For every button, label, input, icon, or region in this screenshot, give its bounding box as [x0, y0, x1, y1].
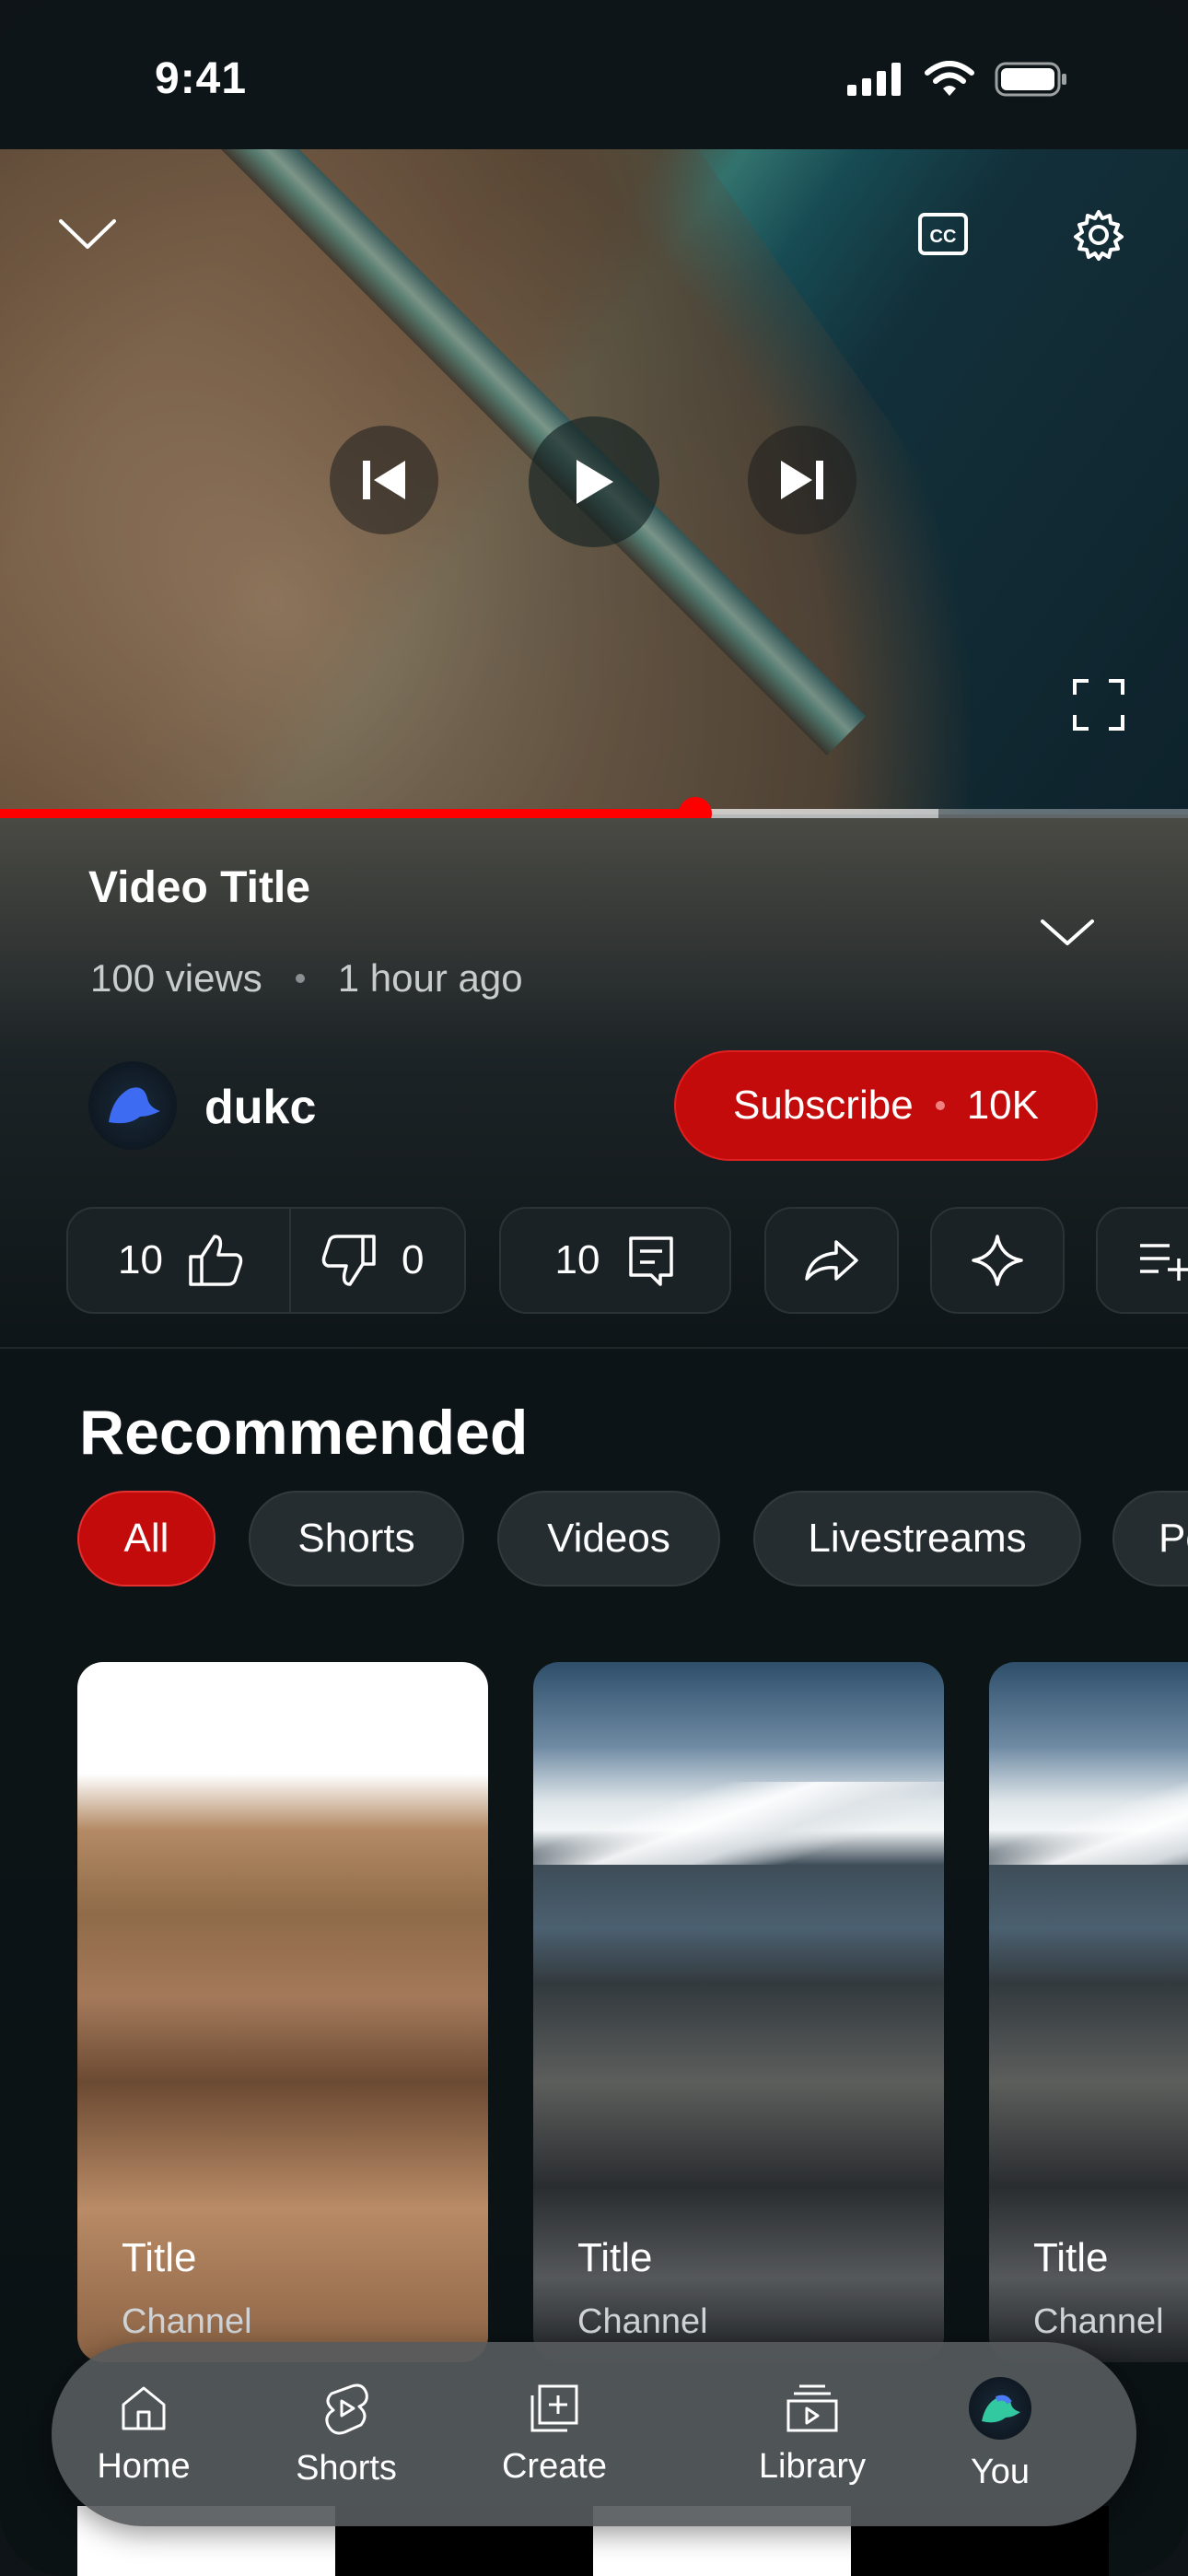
- tab-label: Create: [501, 2446, 608, 2486]
- wifi-icon: [925, 61, 974, 96]
- tab-label: Library: [758, 2446, 867, 2486]
- skip-previous-icon: [363, 461, 405, 499]
- playlist-add-icon: [1140, 1244, 1188, 1281]
- tab-create[interactable]: Create: [453, 2342, 656, 2526]
- comments-button[interactable]: 10: [499, 1207, 731, 1314]
- avatar-bird-icon: [109, 1087, 160, 1124]
- status-bar: 9:41: [0, 0, 1188, 149]
- comment-icon: [629, 1236, 674, 1286]
- dislike-button[interactable]: 0: [291, 1233, 424, 1288]
- previous-button[interactable]: [330, 426, 438, 534]
- recommended-heading: Recommended: [79, 1398, 529, 1468]
- dislike-count: 0: [402, 1237, 425, 1282]
- sparkle-icon: [972, 1235, 1023, 1286]
- ask-ai-button[interactable]: [930, 1207, 1065, 1314]
- card-title: Title: [1033, 2235, 1109, 2280]
- meta-separator: [295, 974, 305, 983]
- channel-avatar[interactable]: [88, 1061, 177, 1150]
- tab-home[interactable]: Home: [42, 2342, 245, 2526]
- video-player[interactable]: CC: [0, 149, 1188, 814]
- card-channel: Channel: [577, 2302, 708, 2341]
- like-count: 10: [118, 1237, 163, 1282]
- channel-name[interactable]: dukc: [204, 1080, 316, 1135]
- subscribe-separator: [935, 1101, 945, 1110]
- subscriber-count: 10K: [966, 1083, 1039, 1128]
- video-card[interactable]: Title Channel: [533, 1662, 944, 2362]
- bottom-tab-bar: Home Shorts Create Library You: [52, 2342, 1136, 2526]
- played-progress: [0, 809, 695, 818]
- chip-videos[interactable]: Videos: [497, 1491, 720, 1587]
- tab-library[interactable]: Library: [711, 2342, 914, 2526]
- tab-label: You: [970, 2452, 1031, 2491]
- home-icon: [122, 2386, 166, 2430]
- chip-livestreams[interactable]: Livestreams: [753, 1491, 1081, 1587]
- video-meta: 100 views 1 hour ago: [90, 956, 523, 1001]
- card-channel: Channel: [122, 2302, 252, 2341]
- video-title[interactable]: Video Title: [88, 862, 310, 913]
- battery-icon: [995, 62, 1066, 97]
- chip-podcasts[interactable]: Podcasts: [1112, 1491, 1188, 1587]
- play-button[interactable]: [529, 416, 659, 547]
- save-to-playlist-button[interactable]: [1096, 1207, 1188, 1314]
- library-icon: [786, 2384, 838, 2431]
- subscribe-button[interactable]: Subscribe 10K: [674, 1050, 1098, 1161]
- comment-count: 10: [554, 1237, 600, 1282]
- svg-text:CC: CC: [930, 227, 957, 247]
- play-icon: [577, 460, 613, 504]
- card-title: Title: [122, 2235, 197, 2280]
- chip-shorts[interactable]: Shorts: [249, 1491, 464, 1587]
- captions-icon[interactable]: CC: [917, 212, 969, 256]
- chip-all[interactable]: All: [77, 1491, 215, 1587]
- tab-shorts[interactable]: Shorts: [245, 2342, 448, 2526]
- avatar-bird-icon: [982, 2395, 1020, 2422]
- like-dislike-group: 10 0: [66, 1207, 466, 1314]
- status-icons: [847, 61, 1068, 98]
- section-divider: [0, 1347, 1188, 1349]
- app-screen: 9:41 CC Video Title 100 views 1 hour ago…: [0, 0, 1188, 2576]
- expand-description-chevron-icon[interactable]: [1039, 916, 1096, 949]
- video-card[interactable]: Title Channel: [989, 1662, 1188, 2362]
- video-progress-bar[interactable]: [0, 797, 1188, 830]
- avatar: [969, 2376, 1031, 2440]
- minimize-chevron-icon[interactable]: [57, 216, 118, 252]
- upload-age: 1 hour ago: [337, 956, 523, 1000]
- share-button[interactable]: [764, 1207, 899, 1314]
- card-title: Title: [577, 2235, 653, 2280]
- tab-label: Shorts: [296, 2448, 397, 2488]
- thumbs-up-icon: [189, 1235, 243, 1286]
- fullscreen-icon[interactable]: [1072, 678, 1125, 732]
- signal-icon: [847, 63, 901, 96]
- next-button[interactable]: [748, 426, 856, 534]
- tab-you[interactable]: You: [908, 2342, 1092, 2526]
- thumbs-down-icon: [321, 1235, 376, 1286]
- subscribe-label: Subscribe: [733, 1083, 914, 1128]
- video-card[interactable]: Title Channel: [77, 1662, 488, 2362]
- settings-gear-icon[interactable]: [1072, 208, 1125, 262]
- like-button[interactable]: 10: [68, 1209, 291, 1312]
- card-channel: Channel: [1033, 2302, 1164, 2341]
- view-count: 100 views: [90, 956, 262, 1000]
- shorts-icon: [325, 2383, 368, 2434]
- create-icon: [530, 2384, 578, 2431]
- share-icon: [805, 1240, 858, 1281]
- status-time: 9:41: [155, 54, 248, 103]
- tab-label: Home: [97, 2446, 191, 2486]
- skip-next-icon: [781, 461, 823, 499]
